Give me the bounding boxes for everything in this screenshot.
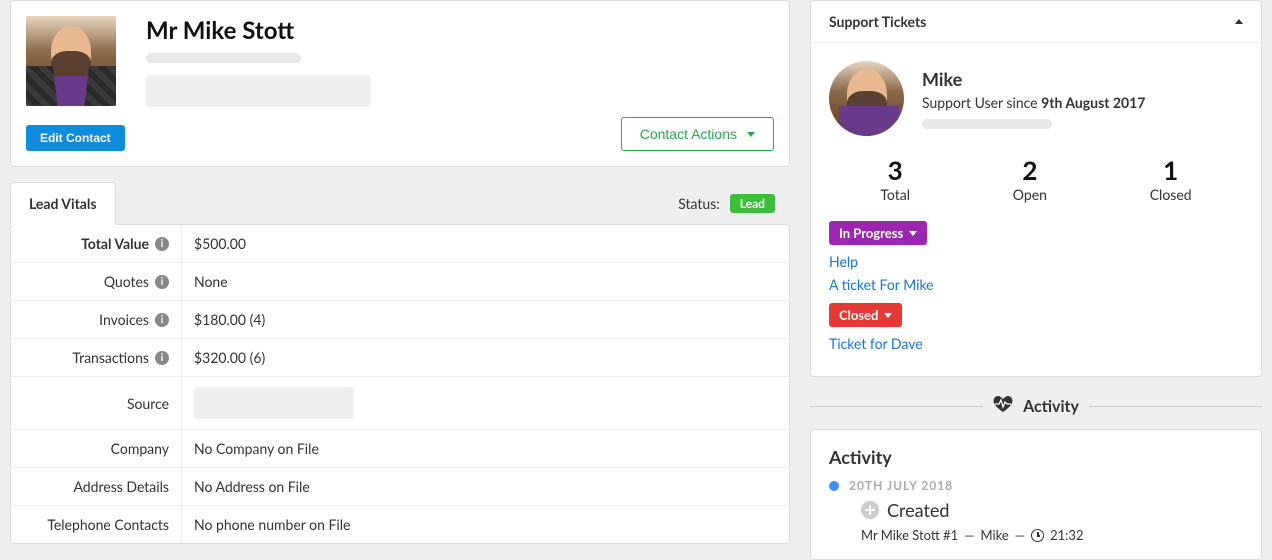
support-placeholder xyxy=(922,119,1052,129)
chevron-down-icon xyxy=(909,231,917,236)
vitals-total-value: $500.00 xyxy=(181,225,789,262)
contact-actions-label: Contact Actions xyxy=(640,126,737,142)
stat-open: 2 Open xyxy=(1013,154,1047,203)
tab-lead-vitals[interactable]: Lead Vitals xyxy=(10,182,116,225)
vitals-invoices-label: Invoices xyxy=(99,311,149,328)
vitals-quotes-value: None xyxy=(181,263,789,300)
subtitle-placeholder xyxy=(146,53,301,63)
info-icon[interactable]: i xyxy=(155,275,169,289)
contact-avatar xyxy=(26,16,116,106)
plus-circle-icon xyxy=(861,501,879,519)
activity-title: Activity xyxy=(829,446,1243,468)
ticket-link[interactable]: Help xyxy=(829,253,1243,270)
timeline-dot-icon xyxy=(829,481,839,491)
info-icon[interactable]: i xyxy=(155,237,169,251)
chevron-up-icon xyxy=(1235,19,1243,24)
chevron-down-icon xyxy=(884,313,892,318)
vitals-address-label: Address Details xyxy=(73,478,169,495)
vitals-source-label: Source xyxy=(127,395,169,412)
vitals-transactions-label: Transactions xyxy=(72,349,149,366)
vitals-quotes-label: Quotes xyxy=(104,273,149,290)
in-progress-badge[interactable]: In Progress xyxy=(829,221,927,245)
vitals-address-value: No Address on File xyxy=(181,468,789,505)
vitals-company-label: Company xyxy=(111,440,169,457)
detail-placeholder xyxy=(146,75,371,107)
vitals-phone-label: Telephone Contacts xyxy=(47,516,169,533)
vitals-total-value-label: Total Value xyxy=(81,235,149,252)
heartbeat-icon xyxy=(993,395,1013,417)
stat-closed: 1 Closed xyxy=(1150,154,1192,203)
closed-badge[interactable]: Closed xyxy=(829,303,902,327)
support-tickets-title: Support Tickets xyxy=(829,13,926,30)
vitals-table: Total Valuei $500.00 Quotesi None Invoic… xyxy=(10,224,790,544)
support-tickets-header[interactable]: Support Tickets xyxy=(811,1,1261,43)
activity-divider: Activity xyxy=(810,395,1262,417)
info-icon[interactable]: i xyxy=(155,351,169,365)
vitals-invoices-value: $180.00 (4) xyxy=(181,301,789,338)
status-label: Status: xyxy=(678,195,720,212)
contact-actions-button[interactable]: Contact Actions xyxy=(621,117,774,151)
vitals-phone-value: No phone number on File xyxy=(181,506,789,543)
chevron-down-icon xyxy=(747,132,755,137)
activity-event: Created xyxy=(861,499,1243,521)
status-badge: Lead xyxy=(730,194,775,213)
info-icon[interactable]: i xyxy=(155,313,169,327)
edit-contact-button[interactable]: Edit Contact xyxy=(26,125,125,151)
support-user-avatar xyxy=(829,61,904,136)
support-user-name: Mike xyxy=(922,68,1243,90)
activity-event-meta: Mr Mike Stott #1 — Mike — 21:32 xyxy=(861,527,1243,543)
activity-date: 20TH JULY 2018 xyxy=(849,478,953,493)
support-user-since: Support User since 9th August 2017 xyxy=(922,94,1243,111)
stat-total: 3 Total xyxy=(880,154,910,203)
ticket-link[interactable]: Ticket for Dave xyxy=(829,335,1243,352)
vitals-company-value: No Company on File xyxy=(181,430,789,467)
source-placeholder xyxy=(194,387,354,419)
vitals-transactions-value: $320.00 (6) xyxy=(181,339,789,376)
ticket-link[interactable]: A ticket For Mike xyxy=(829,276,1243,293)
contact-name: Mr Mike Stott xyxy=(146,16,774,45)
